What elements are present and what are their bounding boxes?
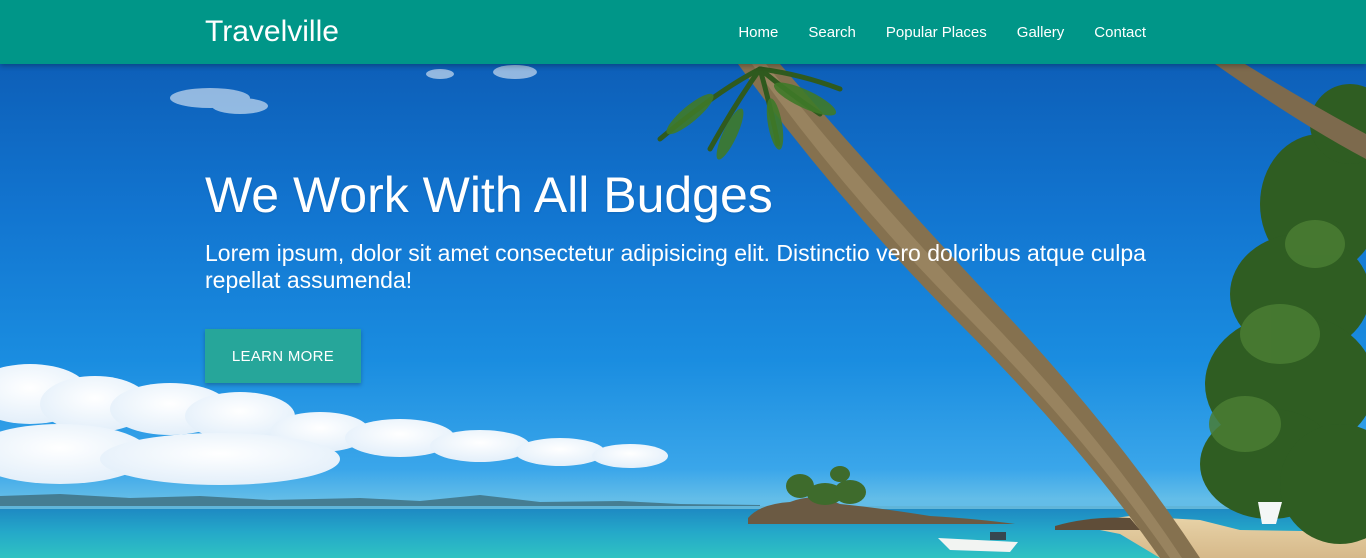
hero-content: We Work With All Budges Lorem ipsum, dol… bbox=[205, 164, 1165, 294]
nav-menu: Home Search Popular Places Gallery Conta… bbox=[708, 0, 1146, 64]
nav-link-gallery[interactable]: Gallery bbox=[1017, 24, 1065, 41]
nav-link-contact[interactable]: Contact bbox=[1094, 24, 1146, 41]
nav-link-home[interactable]: Home bbox=[738, 24, 778, 41]
nav-link-search[interactable]: Search bbox=[808, 24, 856, 41]
page: Travelville Home Search Popular Places G… bbox=[0, 0, 1366, 558]
hero-background-image bbox=[0, 64, 1366, 558]
hero-title: We Work With All Budges bbox=[205, 167, 773, 223]
hero-subtitle: Lorem ipsum, dolor sit amet consectetur … bbox=[205, 240, 1146, 293]
top-navbar: Travelville Home Search Popular Places G… bbox=[0, 0, 1366, 64]
hero-section: We Work With All Budges Lorem ipsum, dol… bbox=[0, 64, 1366, 558]
learn-more-button[interactable]: LEARN MORE bbox=[205, 329, 361, 383]
nav-link-popular-places[interactable]: Popular Places bbox=[886, 24, 987, 41]
brand-logo[interactable]: Travelville bbox=[205, 13, 339, 51]
